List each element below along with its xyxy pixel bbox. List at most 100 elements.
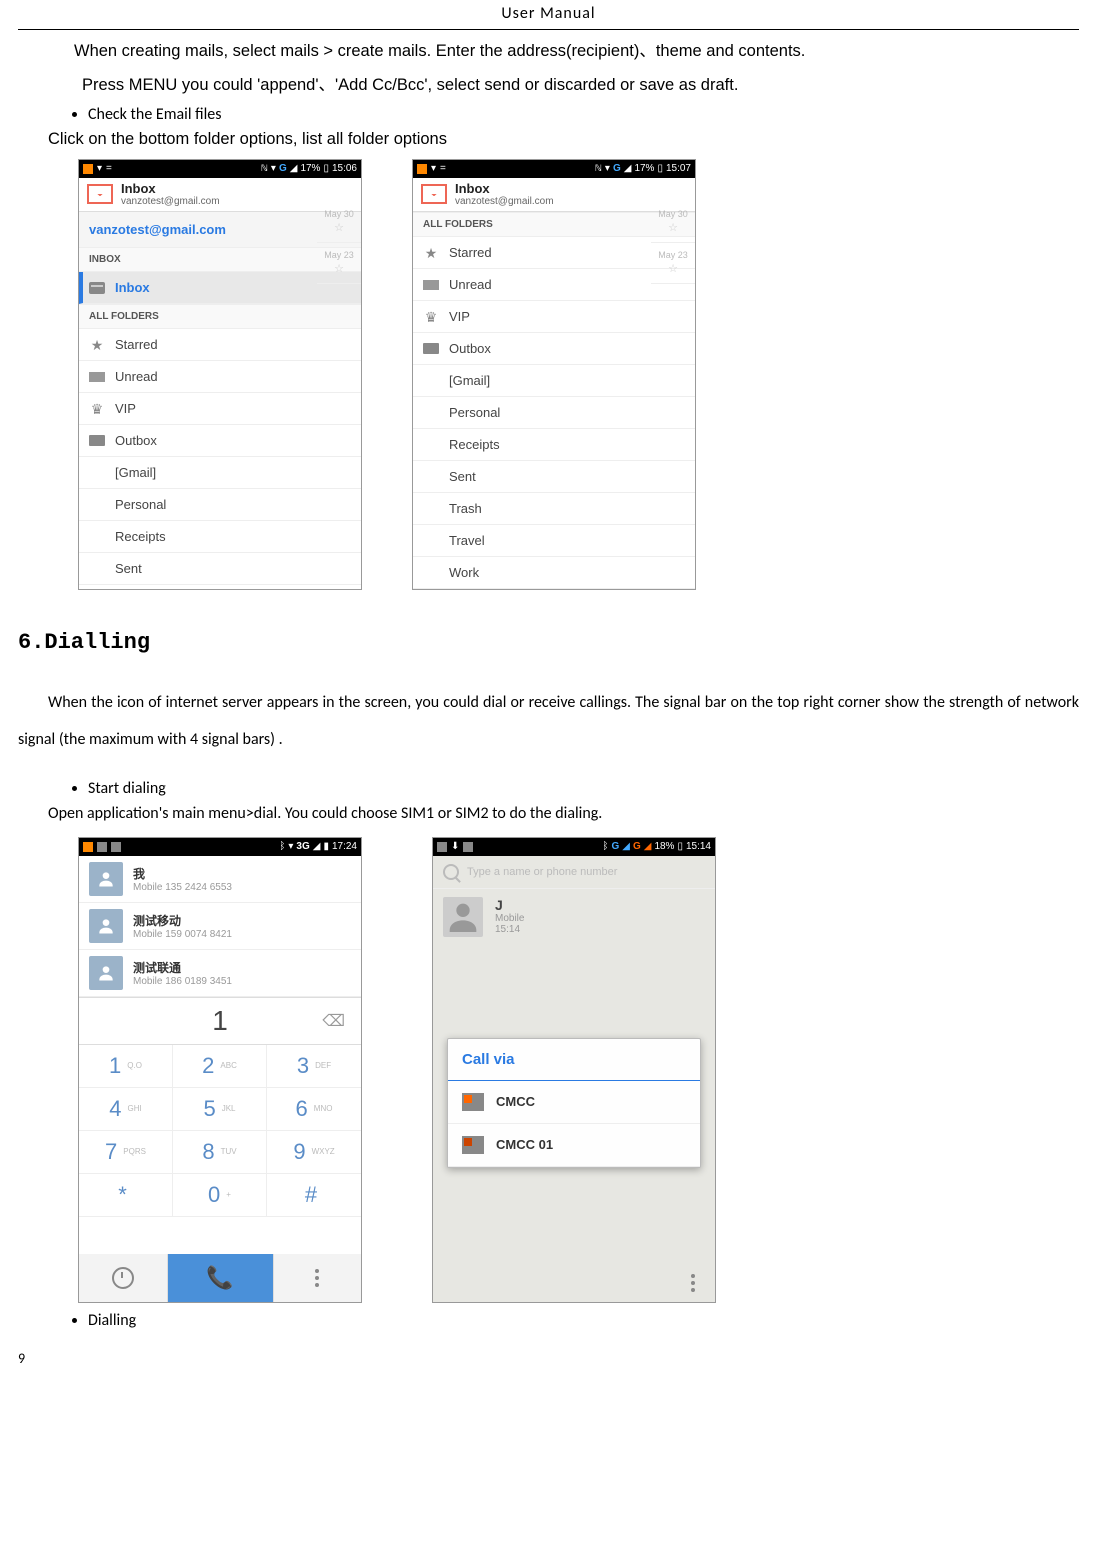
folder-name: VIP: [449, 309, 470, 324]
envelope-icon: [423, 280, 439, 290]
sb-notif-icon: [83, 842, 93, 852]
folder-row[interactable]: [Gmail]: [413, 365, 695, 397]
backspace-icon[interactable]: ⌫: [322, 1011, 345, 1031]
intro-line1: When creating mails, select mails > crea…: [18, 38, 1079, 64]
inbox-icon: [89, 282, 105, 294]
keypad-key-3[interactable]: 3DEF: [267, 1045, 361, 1088]
folder-row[interactable]: Outbox: [79, 425, 361, 457]
folder-name: Sent: [449, 469, 476, 484]
history-button[interactable]: [79, 1254, 168, 1302]
screenshot-email-a: ▾ = ℕ ▾ G ◢ 17% ▯ 15:06 Inbox vanzotest@…: [78, 159, 362, 590]
inbox-title: Inbox: [121, 182, 220, 196]
keypad-key-9[interactable]: 9 WXYZ: [267, 1131, 361, 1174]
dialling-intro: When the icon of internet server appears…: [18, 685, 1079, 759]
folder-row[interactable]: ★Starred: [79, 329, 361, 361]
sb-signal-icon: ◢: [313, 841, 321, 852]
dialog-option-cmcc01[interactable]: CMCC 01: [448, 1124, 700, 1167]
key-digit: 7: [105, 1139, 117, 1165]
keypad-key-6[interactable]: 6MNO: [267, 1088, 361, 1131]
key-digit: *: [118, 1182, 127, 1208]
call-button[interactable]: 📞: [168, 1254, 274, 1302]
sb-signal2-icon: ◢: [290, 163, 298, 174]
key-digit: 5: [203, 1096, 215, 1122]
key-digit: 4: [109, 1096, 121, 1122]
sb-icon2: [463, 842, 473, 852]
sb-signal2-icon: ◢: [624, 163, 632, 174]
folder-row[interactable]: Receipts: [79, 521, 361, 553]
inbox-email: vanzotest@gmail.com: [121, 196, 220, 207]
search-icon: [443, 864, 459, 880]
keypad-key-4[interactable]: 4GHI: [79, 1088, 173, 1131]
sb-net-label: G: [613, 163, 621, 174]
contact-name: J: [495, 897, 524, 913]
bullet-start-dialing: Start dialing: [88, 779, 1079, 798]
person-icon: [96, 869, 116, 889]
outbox-icon: [423, 343, 439, 354]
folder-row[interactable]: Receipts: [413, 429, 695, 461]
clock-icon: [112, 1267, 134, 1289]
folder-row[interactable]: Work: [413, 557, 695, 589]
sb-wifi-icon: ▾: [288, 841, 293, 852]
dialog-title: Call via: [448, 1039, 700, 1081]
search-field[interactable]: Type a name or phone number: [433, 856, 715, 889]
keypad-key-*[interactable]: *: [79, 1174, 173, 1217]
folder-row[interactable]: ♛ VIP: [413, 301, 695, 333]
contact-name: 我: [133, 865, 232, 882]
sim-icon-1: [462, 1093, 484, 1111]
folder-name: Inbox: [115, 280, 150, 295]
folder-row[interactable]: Travel: [413, 525, 695, 557]
outbox-icon: [89, 435, 105, 446]
keypad-key-7[interactable]: 7 PQRS: [79, 1131, 173, 1174]
contact-number: Mobile 135 2424 6553: [133, 882, 232, 893]
contact-time: 15:14: [495, 924, 524, 935]
statusbar-b: ▾ = ℕ ▾ G ◢ 17% ▯ 15:07: [413, 160, 695, 178]
folder-row[interactable]: Trash: [413, 493, 695, 525]
folder-row[interactable]: ♛ VIP: [79, 393, 361, 425]
sb-sig2-icon: ◢: [644, 841, 652, 852]
folder-row[interactable]: Sent: [413, 461, 695, 493]
key-letters: WXYZ: [312, 1147, 335, 1156]
contact-row[interactable]: 我Mobile 135 2424 6553: [79, 856, 361, 903]
sb-dl-icon: ⬇: [451, 841, 459, 852]
folder-row[interactable]: [Gmail]: [79, 457, 361, 489]
menu-button[interactable]: [274, 1254, 362, 1302]
bottom-menu-area: [433, 1264, 715, 1302]
keypad-key-#[interactable]: #: [267, 1174, 361, 1217]
sb-wifi2-icon: ▾: [271, 163, 276, 174]
sb-time: 15:14: [686, 841, 711, 852]
menu-dots-icon[interactable]: [691, 1274, 695, 1292]
keypad-key-0[interactable]: 0+: [173, 1174, 267, 1217]
folder-name: VIP: [115, 401, 136, 416]
keypad-key-2[interactable]: 2ABC: [173, 1045, 267, 1088]
dialog-option-cmcc[interactable]: CMCC: [448, 1081, 700, 1124]
folder-name: Receipts: [449, 437, 500, 452]
screenshot-dialer-b: ⬇ ᛒ G ◢ G ◢ 18% ▯ 15:14 Type a name or p…: [432, 837, 716, 1303]
folder-name: [Gmail]: [115, 465, 156, 480]
key-letters: PQRS: [123, 1147, 146, 1156]
folder-row[interactable]: Personal: [413, 397, 695, 429]
folder-name: Unread: [115, 369, 158, 384]
sb-time: 15:06: [332, 163, 357, 174]
sb-wifi2-icon: ▾: [605, 163, 610, 174]
crown-icon: ♛: [89, 403, 105, 415]
dialer-bottom-bar: 📞: [79, 1254, 361, 1302]
key-digit: 9: [293, 1139, 305, 1165]
folder-row[interactable]: Unread: [79, 361, 361, 393]
contact-row[interactable]: 测试移动Mobile 159 0074 8421: [79, 903, 361, 950]
folder-row[interactable]: Outbox: [413, 333, 695, 365]
folder-row[interactable]: Personal: [79, 489, 361, 521]
contact-row[interactable]: 测试联通Mobile 186 0189 3451: [79, 950, 361, 997]
folder-row[interactable]: Sent: [79, 553, 361, 585]
keypad-key-1[interactable]: 1Q.O: [79, 1045, 173, 1088]
key-letters: TUV: [221, 1147, 237, 1156]
folder-name: Starred: [115, 337, 158, 352]
sb-bt-icon: ᛒ: [279, 841, 285, 852]
contact-result[interactable]: J Mobile 15:14: [433, 889, 715, 945]
crown-icon: ♛: [423, 311, 439, 323]
bullet-check-email: Check the Email files: [88, 105, 1079, 124]
contact-name: 测试移动: [133, 912, 232, 929]
mail-app-icon: [87, 184, 113, 204]
key-digit: 1: [109, 1053, 121, 1079]
keypad-key-8[interactable]: 8TUV: [173, 1131, 267, 1174]
keypad-key-5[interactable]: 5JKL: [173, 1088, 267, 1131]
